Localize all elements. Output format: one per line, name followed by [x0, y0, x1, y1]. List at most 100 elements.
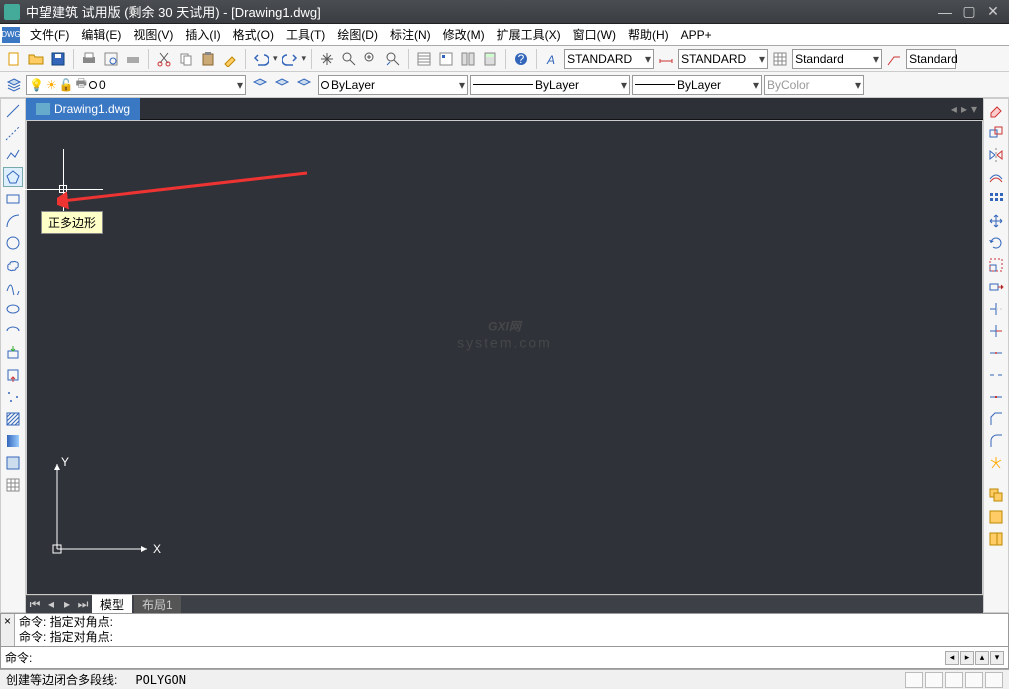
hatch-tool[interactable]: [3, 409, 23, 429]
tool-palettes-button[interactable]: [458, 49, 478, 69]
ellipse-arc-tool[interactable]: [3, 321, 23, 341]
table-style-drop[interactable]: Standard▾: [792, 49, 882, 69]
color-drop[interactable]: ByLayer ▾: [318, 75, 468, 95]
new-button[interactable]: [4, 49, 24, 69]
revision-cloud-tool[interactable]: [3, 255, 23, 275]
layout-next-icon[interactable]: ▸: [60, 597, 74, 612]
command-input[interactable]: [38, 651, 945, 665]
menu-window[interactable]: 窗口(W): [567, 24, 622, 45]
snap-toggle[interactable]: [905, 672, 923, 688]
gradient-tool[interactable]: [3, 431, 23, 451]
make-block-tool[interactable]: [3, 365, 23, 385]
pan-button[interactable]: [317, 49, 337, 69]
menu-app[interactable]: APP+: [675, 26, 718, 44]
layout-last-icon[interactable]: ⏭: [76, 597, 90, 612]
tab-next-icon[interactable]: ▸: [961, 102, 967, 116]
mleader-style-icon[interactable]: [884, 49, 904, 69]
arc-tool[interactable]: [3, 211, 23, 231]
dim-style-icon[interactable]: [656, 49, 676, 69]
save-button[interactable]: [48, 49, 68, 69]
join-tool[interactable]: [986, 387, 1006, 407]
ortho-toggle[interactable]: [945, 672, 963, 688]
menu-help[interactable]: 帮助(H): [622, 24, 675, 45]
command-close-button[interactable]: ×: [1, 614, 15, 646]
menu-file[interactable]: 文件(F): [24, 24, 75, 45]
edit-spline-tool[interactable]: [986, 529, 1006, 549]
redo-button[interactable]: [280, 49, 300, 69]
match-prop-button[interactable]: [220, 49, 240, 69]
menu-modify[interactable]: 修改(M): [437, 24, 491, 45]
region-tool[interactable]: [3, 453, 23, 473]
trim-tool[interactable]: [986, 299, 1006, 319]
menu-view[interactable]: 视图(V): [127, 24, 179, 45]
stretch-tool[interactable]: [986, 277, 1006, 297]
polygon-tool[interactable]: [3, 167, 23, 187]
rotate-tool[interactable]: [986, 233, 1006, 253]
extend-tool[interactable]: [986, 321, 1006, 341]
break-tool[interactable]: [986, 365, 1006, 385]
close-button[interactable]: ✕: [981, 3, 1005, 21]
publish-button[interactable]: [123, 49, 143, 69]
minimize-button[interactable]: —: [933, 3, 957, 21]
model-tab[interactable]: 模型: [92, 595, 132, 614]
layout-prev-icon[interactable]: ◂: [44, 597, 58, 612]
polyline-tool[interactable]: [3, 145, 23, 165]
help-button[interactable]: ?: [511, 49, 531, 69]
insert-block-tool[interactable]: [3, 343, 23, 363]
linetype-drop[interactable]: ByLayer ▾: [470, 75, 630, 95]
layer-manager-button[interactable]: [4, 75, 24, 95]
zoom-prev-button[interactable]: [383, 49, 403, 69]
menu-draw[interactable]: 绘图(D): [331, 24, 384, 45]
calc-button[interactable]: [480, 49, 500, 69]
menu-express[interactable]: 扩展工具(X): [491, 24, 567, 45]
mleader-style-drop[interactable]: Standard: [906, 49, 956, 69]
mirror-tool[interactable]: [986, 145, 1006, 165]
chamfer-tool[interactable]: [986, 409, 1006, 429]
offset-tool[interactable]: [986, 167, 1006, 187]
text-style-drop[interactable]: STANDARD▾: [564, 49, 654, 69]
break-at-point-tool[interactable]: [986, 343, 1006, 363]
drawing-canvas[interactable]: 正多边形 GXI网 system.com X Y: [26, 120, 983, 595]
cmd-scroll-right-icon[interactable]: ▸: [960, 651, 974, 665]
print-button[interactable]: [79, 49, 99, 69]
design-center-button[interactable]: [436, 49, 456, 69]
menu-edit[interactable]: 编辑(E): [75, 24, 127, 45]
fillet-tool[interactable]: [986, 431, 1006, 451]
menu-tools[interactable]: 工具(T): [280, 24, 331, 45]
dim-style-drop[interactable]: STANDARD▾: [678, 49, 768, 69]
properties-button[interactable]: [414, 49, 434, 69]
circle-tool[interactable]: [3, 233, 23, 253]
osnap-toggle[interactable]: [985, 672, 1003, 688]
undo-button[interactable]: [251, 49, 271, 69]
tab-menu-icon[interactable]: ▾: [971, 102, 977, 116]
table-tool[interactable]: [3, 475, 23, 495]
grid-toggle[interactable]: [925, 672, 943, 688]
array-tool[interactable]: [986, 189, 1006, 209]
maximize-button[interactable]: ▢: [957, 3, 981, 21]
spline-tool[interactable]: [3, 277, 23, 297]
menu-insert[interactable]: 插入(I): [179, 24, 226, 45]
cut-button[interactable]: [154, 49, 174, 69]
table-style-icon[interactable]: [770, 49, 790, 69]
layout-first-icon[interactable]: ⏮: [28, 597, 42, 612]
layout1-tab[interactable]: 布局1: [134, 595, 181, 614]
explode-tool[interactable]: [986, 453, 1006, 473]
lineweight-drop[interactable]: ByLayer ▾: [632, 75, 762, 95]
menu-format[interactable]: 格式(O): [227, 24, 280, 45]
menu-dimension[interactable]: 标注(N): [384, 24, 437, 45]
edit-hatch-tool[interactable]: [986, 485, 1006, 505]
construction-line-tool[interactable]: [3, 123, 23, 143]
ellipse-tool[interactable]: [3, 299, 23, 319]
point-tool[interactable]: [3, 387, 23, 407]
copy-button[interactable]: [176, 49, 196, 69]
layer-iso-button[interactable]: [272, 75, 292, 95]
scale-tool[interactable]: [986, 255, 1006, 275]
document-tab[interactable]: Drawing1.dwg: [26, 98, 140, 120]
move-tool[interactable]: [986, 211, 1006, 231]
text-style-icon[interactable]: A: [542, 49, 562, 69]
line-tool[interactable]: [3, 101, 23, 121]
polar-toggle[interactable]: [965, 672, 983, 688]
layer-drop[interactable]: 💡 ☀ 🔓 🖶 0 ▾: [26, 75, 246, 95]
cmd-scroll-down-icon[interactable]: ▾: [990, 651, 1004, 665]
erase-tool[interactable]: [986, 101, 1006, 121]
